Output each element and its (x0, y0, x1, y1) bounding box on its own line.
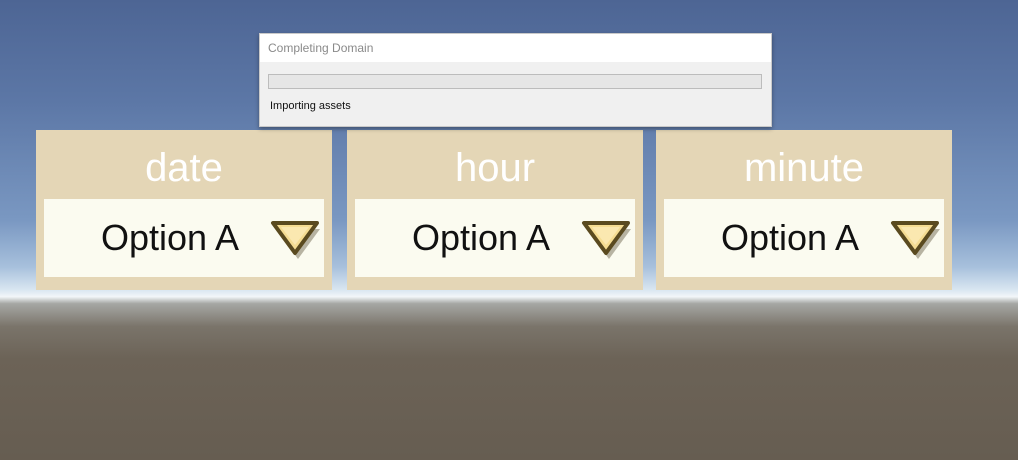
triangle-down-icon[interactable] (579, 217, 635, 263)
triangle-down-icon[interactable] (888, 217, 944, 263)
minute-dropdown[interactable]: Option A (664, 199, 944, 277)
hour-title: hour (454, 146, 536, 190)
dialog-title: Completing Domain (268, 41, 374, 55)
minute-dropdown-value: Option A (720, 217, 860, 258)
hour-panel: hour Option A (347, 130, 643, 290)
minute-title: minute (743, 146, 865, 190)
triangle-down-icon[interactable] (268, 217, 324, 263)
date-panel: date Option A (36, 130, 332, 290)
date-dropdown[interactable]: Option A (44, 199, 324, 277)
date-title: date (145, 146, 223, 190)
progress-bar (268, 74, 762, 89)
hour-dropdown-value: Option A (411, 217, 551, 258)
hour-dropdown[interactable]: Option A (355, 199, 635, 277)
progress-dialog: Completing Domain Importing assets (259, 33, 772, 127)
dialog-titlebar[interactable]: Completing Domain (260, 34, 771, 62)
minute-panel: minute Option A (656, 130, 952, 290)
game-scene-view: date Option A hour Option A minute Optio… (0, 0, 1018, 460)
dialog-status-text: Importing assets (270, 100, 351, 112)
date-dropdown-value: Option A (100, 217, 240, 258)
